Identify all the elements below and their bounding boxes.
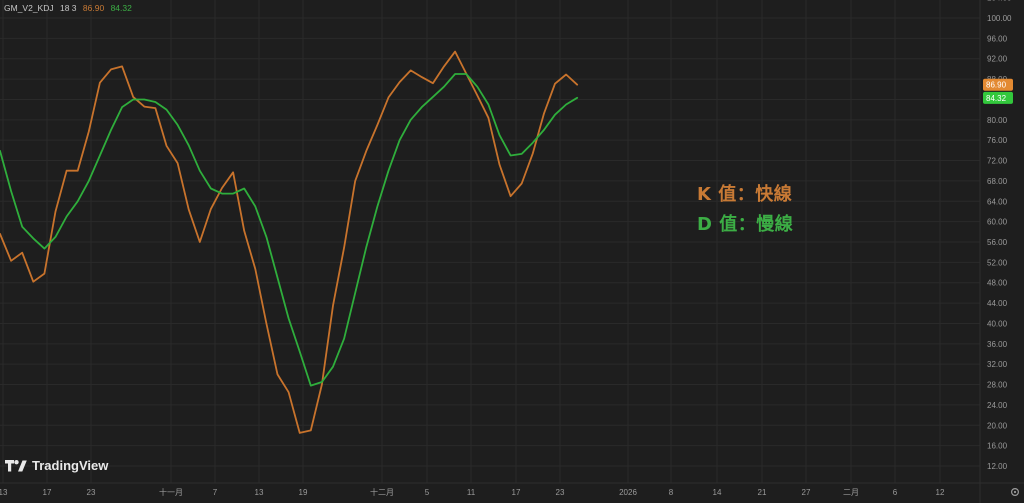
- indicator-legend[interactable]: GM_V2_KDJ 18 3 86.90 84.32: [4, 3, 136, 13]
- y-tick-label: 76.00: [987, 136, 1008, 145]
- y-tick-label: 48.00: [987, 279, 1008, 288]
- y-tick-label: 16.00: [987, 442, 1008, 451]
- indicator-params: 18 3: [59, 3, 77, 13]
- y-tick-label: 40.00: [987, 319, 1008, 328]
- axes: 12.00 16.00 20.00 24.00 28.00 32.00 36.00 40.00…: [0, 0, 1024, 503]
- y-tick-label: 20.00: [987, 421, 1008, 430]
- d-annotation-text: D 值：慢線: [697, 214, 794, 235]
- y-tick-label: 80.00: [987, 116, 1008, 125]
- kdj-chart[interactable]: 12.00 16.00 20.00 24.00 28.00 32.00 36.00 40.00…: [0, 0, 1024, 503]
- y-tick-label: 96.00: [987, 34, 1008, 43]
- tradingview-logo-icon: [5, 459, 27, 471]
- grid-lines: [0, 0, 980, 483]
- tradingview-watermark[interactable]: TradingView: [5, 458, 108, 473]
- k-value-badge-label: 86.90: [986, 81, 1007, 90]
- x-tick-label: 十一月: [159, 487, 183, 497]
- y-tick-label: 104.00: [987, 0, 1012, 3]
- x-tick-label: 23: [87, 488, 96, 497]
- y-tick-label: 56.00: [987, 238, 1008, 247]
- price-badges: 86.90 84.32: [983, 78, 1013, 104]
- x-tick-label: 17: [43, 488, 52, 497]
- y-tick-label: 44.00: [987, 299, 1008, 308]
- x-tick-label: 11: [467, 488, 476, 497]
- x-tick-label: 13: [255, 488, 264, 497]
- chart-canvas[interactable]: 12.00 16.00 20.00 24.00 28.00 32.00 36.00 40.00…: [0, 0, 1024, 503]
- x-tick-label: 二月: [843, 488, 859, 497]
- y-tick-label: 28.00: [987, 381, 1008, 390]
- x-tick-label: 2026: [619, 488, 637, 497]
- x-tick-label: 13: [0, 488, 8, 497]
- watermark-text: TradingView: [32, 458, 109, 473]
- k-legend-value: 86.90: [82, 3, 105, 13]
- y-tick-label: 92.00: [987, 55, 1008, 64]
- y-tick-label: 72.00: [987, 157, 1008, 166]
- y-tick-label: 60.00: [987, 218, 1008, 227]
- k-annotation-text: K 值：快線: [697, 184, 793, 205]
- x-tick-label: 14: [713, 488, 722, 497]
- y-tick-label: 64.00: [987, 197, 1008, 206]
- d-value-badge: 84.32: [983, 91, 1013, 104]
- indicator-name: GM_V2_KDJ: [4, 3, 54, 13]
- k-line-annotation: K 值：快線: [697, 180, 792, 206]
- x-tick-label: 21: [758, 488, 767, 497]
- y-tick-label: 68.00: [987, 177, 1008, 186]
- x-tick-label: 19: [299, 488, 308, 497]
- d-line-annotation: D 值：慢線: [697, 210, 793, 236]
- x-tick-label: 12: [936, 488, 945, 497]
- y-tick-label: 12.00: [987, 462, 1008, 471]
- y-tick-label: 24.00: [987, 401, 1008, 410]
- x-tick-label: 十二月: [370, 487, 394, 497]
- y-tick-label: 32.00: [987, 360, 1008, 369]
- x-tick-label: 6: [893, 488, 898, 497]
- x-tick-label: 23: [556, 488, 565, 497]
- d-series-line[interactable]: [0, 73, 579, 387]
- x-tick-label: 5: [425, 488, 430, 497]
- d-legend-value: 84.32: [110, 3, 132, 13]
- y-tick-label: 36.00: [987, 340, 1008, 349]
- x-tick-label: 17: [512, 488, 521, 497]
- x-tick-label: 7: [213, 488, 218, 497]
- k-value-badge: 86.90: [983, 78, 1013, 91]
- d-value-badge-label: 84.32: [986, 94, 1007, 103]
- y-tick-label: 52.00: [987, 258, 1008, 267]
- x-tick-label: 27: [802, 488, 811, 497]
- x-tick-label: 8: [669, 488, 674, 497]
- gear-icon[interactable]: [1010, 487, 1020, 497]
- y-tick-label: 100.00: [987, 14, 1012, 23]
